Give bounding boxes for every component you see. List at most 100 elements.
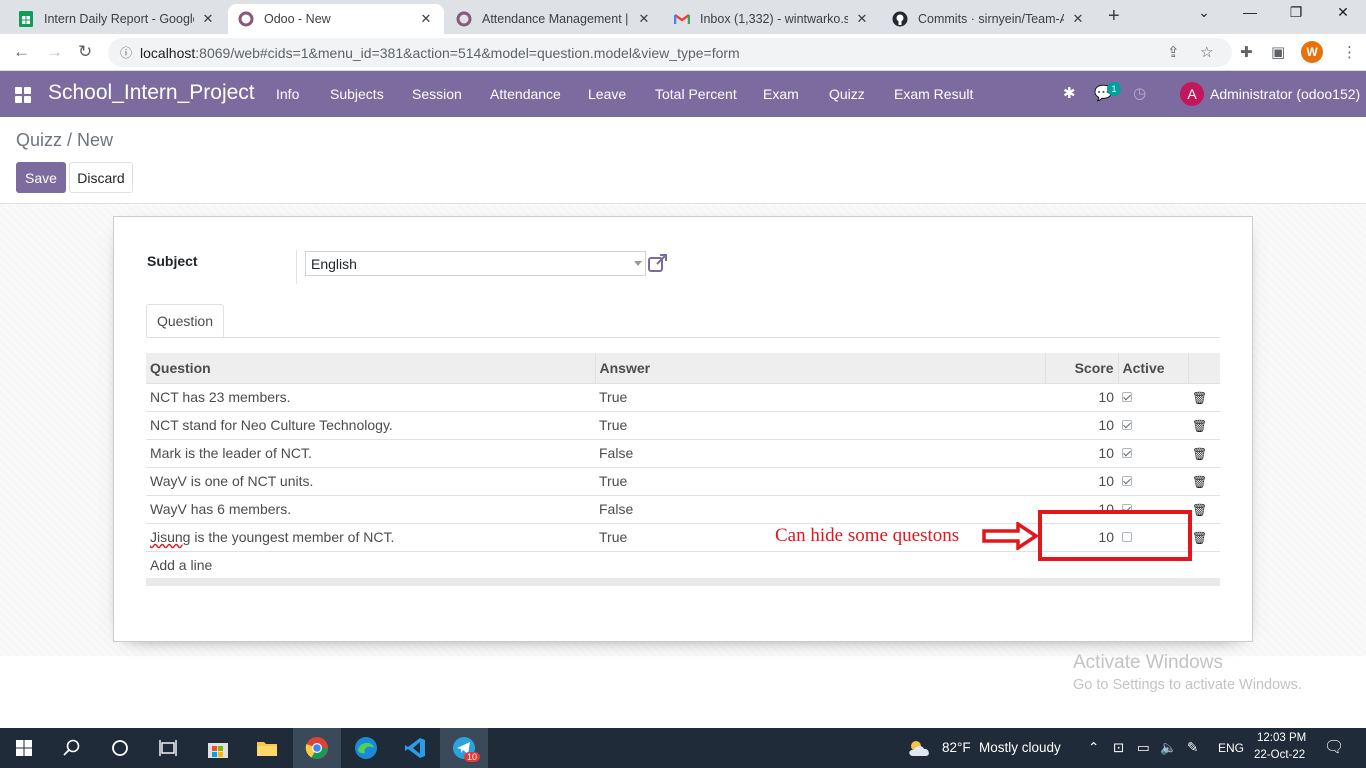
close-window-icon[interactable]: ✕ (1320, 4, 1366, 21)
bookmark-star-icon[interactable]: ☆ (1200, 43, 1213, 61)
reload-icon[interactable]: ↻ (78, 42, 92, 62)
table-row[interactable]: WayV is one of NCT units. True 10 🗑 (146, 466, 1220, 495)
browser-tab-github-commits[interactable]: Commits · sirnyein/Team-A ✕ (882, 4, 1096, 34)
save-button[interactable]: Save (16, 162, 66, 193)
answer-cell[interactable]: False (595, 438, 1045, 467)
close-tab-icon[interactable]: ✕ (418, 11, 434, 27)
network-icon[interactable]: ▭ (1137, 740, 1150, 756)
volume-icon[interactable]: 🔈 (1160, 740, 1177, 756)
user-menu[interactable]: Administrator (odoo152) (1210, 86, 1360, 102)
score-cell[interactable]: 10 (1045, 410, 1118, 439)
restore-window-icon[interactable]: ❐ (1273, 4, 1319, 21)
discard-button[interactable]: Discard (69, 162, 133, 193)
menu-exam[interactable]: Exam (763, 86, 799, 102)
telegram-icon[interactable] (440, 728, 488, 768)
active-checkbox[interactable] (1122, 448, 1132, 458)
browser-tab-attendance-management[interactable]: Attendance Management | O ✕ (446, 4, 662, 34)
forward-arrow-icon[interactable]: → (46, 42, 63, 62)
minimize-window-icon[interactable]: — (1227, 4, 1273, 20)
add-a-line-link[interactable]: Add a line (150, 557, 212, 573)
active-checkbox[interactable] (1122, 476, 1132, 486)
close-tab-icon[interactable]: ✕ (200, 11, 216, 27)
external-link-icon[interactable] (648, 254, 668, 275)
url-bar[interactable]: ⓘ localhost:8069/web#cids=1&menu_id=381&… (108, 38, 1232, 67)
clock-time[interactable]: 12:03 PM (1257, 732, 1306, 744)
site-info-icon[interactable]: ⓘ (120, 44, 132, 61)
close-tab-icon[interactable]: ✕ (1070, 11, 1086, 27)
user-avatar[interactable]: A (1180, 82, 1204, 106)
weather-cloud-icon[interactable] (900, 728, 940, 768)
chrome-taskbar-icon[interactable] (293, 728, 341, 768)
trash-icon[interactable]: 🗑 (1192, 475, 1207, 489)
microsoft-store-icon[interactable] (194, 728, 242, 768)
tab-question[interactable]: Question (146, 304, 224, 338)
column-header-active[interactable]: Active (1117, 353, 1188, 383)
task-view-icon[interactable] (144, 728, 192, 768)
menu-leave[interactable]: Leave (588, 86, 626, 102)
pen-workspace-icon[interactable]: ✎ (1187, 740, 1198, 756)
breadcrumb-parent[interactable]: Quizz (16, 130, 62, 150)
score-cell[interactable]: 10 (1045, 382, 1118, 411)
menu-subjects[interactable]: Subjects (330, 86, 384, 102)
browser-tab-intern-daily-report[interactable]: Intern Daily Report - Google ✕ (8, 4, 226, 34)
active-checkbox[interactable] (1122, 392, 1132, 402)
side-panel-icon[interactable]: ▣ (1271, 43, 1285, 61)
trash-icon[interactable]: 🗑 (1192, 503, 1207, 517)
menu-total-percent[interactable]: Total Percent (655, 86, 737, 102)
profile-avatar[interactable]: W (1301, 41, 1323, 63)
app-brand[interactable]: School_Intern_Project (48, 81, 255, 105)
active-checkbox[interactable] (1122, 420, 1132, 430)
search-icon[interactable] (48, 728, 96, 768)
tab-search-chevron-icon[interactable]: ⌄ (1181, 4, 1227, 21)
column-header-answer[interactable]: Answer (594, 353, 1045, 383)
trash-icon[interactable]: 🗑 (1192, 531, 1207, 545)
new-tab-button[interactable]: + (1108, 5, 1120, 28)
score-cell[interactable]: 10 (1045, 438, 1118, 467)
back-arrow-icon[interactable]: ← (13, 42, 30, 62)
menu-exam-result[interactable]: Exam Result (894, 86, 973, 102)
vscode-icon[interactable] (391, 728, 439, 768)
activity-clock-icon[interactable]: ◷ (1133, 84, 1146, 102)
apps-grid-icon[interactable] (15, 87, 31, 103)
trash-icon[interactable]: 🗑 (1192, 391, 1207, 405)
edge-icon[interactable] (342, 728, 390, 768)
clock-date[interactable]: 22-Oct-22 (1254, 749, 1305, 761)
answer-cell[interactable]: True (595, 382, 1045, 411)
notification-center-icon[interactable]: 🗨 (1324, 737, 1344, 757)
debug-bug-icon[interactable]: ✱ (1063, 84, 1076, 102)
question-cell[interactable]: WayV is one of NCT units. (146, 466, 595, 495)
windows-start-icon[interactable] (0, 728, 48, 768)
score-cell[interactable]: 10 (1045, 466, 1118, 495)
weather-temperature[interactable]: 82°F (942, 740, 971, 755)
question-cell[interactable]: NCT stand for Neo Culture Technology. (146, 410, 595, 439)
answer-cell[interactable]: True (595, 410, 1045, 439)
question-cell[interactable]: Jisung is the youngest member of NCT. (146, 522, 595, 551)
share-icon[interactable]: ⇪ (1167, 43, 1180, 61)
column-header-question[interactable]: Question (146, 353, 595, 383)
show-hidden-icons-chevron-icon[interactable]: ⌃ (1088, 740, 1099, 756)
answer-cell[interactable]: False (595, 494, 1045, 523)
question-cell[interactable]: NCT has 23 members. (146, 382, 595, 411)
menu-info[interactable]: Info (276, 86, 299, 102)
question-cell[interactable]: WayV has 6 members. (146, 494, 595, 523)
cortana-icon[interactable] (96, 728, 144, 768)
dropdown-caret-icon[interactable] (634, 261, 642, 266)
column-header-score[interactable]: Score (1044, 353, 1118, 383)
extensions-puzzle-icon[interactable]: ✚ (1240, 43, 1253, 61)
answer-cell[interactable]: True (595, 466, 1045, 495)
trash-icon[interactable]: 🗑 (1192, 447, 1207, 461)
menu-quizz[interactable]: Quizz (829, 86, 865, 102)
table-row[interactable]: NCT has 23 members. True 10 🗑 (146, 382, 1220, 411)
browser-tab-gmail-inbox[interactable]: Inbox (1,332) - wintwarko.slm ✕ (664, 4, 880, 34)
chrome-menu-icon[interactable]: ⋮ (1342, 43, 1357, 61)
trash-icon[interactable]: 🗑 (1192, 419, 1207, 433)
close-tab-icon[interactable]: ✕ (636, 11, 652, 27)
meet-now-icon[interactable]: ⊡ (1113, 740, 1124, 756)
table-row[interactable]: Mark is the leader of NCT. False 10 🗑 (146, 438, 1220, 467)
browser-tab-odoo-new[interactable]: Odoo - New ✕ (228, 4, 444, 34)
menu-attendance[interactable]: Attendance (490, 86, 561, 102)
menu-session[interactable]: Session (412, 86, 462, 102)
file-explorer-icon[interactable] (243, 728, 291, 768)
table-row[interactable]: NCT stand for Neo Culture Technology. Tr… (146, 410, 1220, 439)
language-indicator[interactable]: ENG (1218, 741, 1244, 755)
